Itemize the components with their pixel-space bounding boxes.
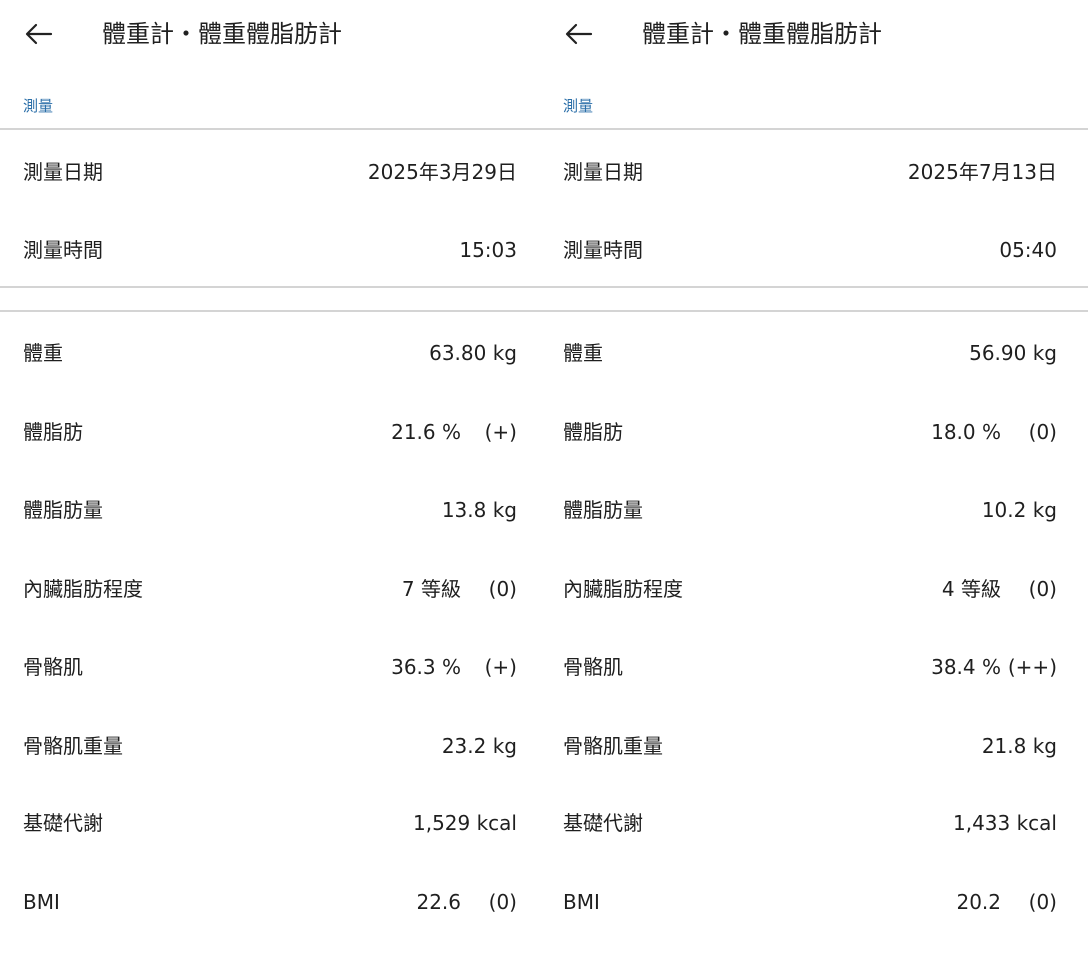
row-label: 基礎代謝 xyxy=(23,811,103,835)
status-badge: (++) xyxy=(1007,655,1057,679)
row-label: 測量日期 xyxy=(563,160,643,184)
row-visceral-fat-level[interactable]: 內臟脂肪程度 4 等級 (0) xyxy=(540,569,1080,609)
status-badge: (0) xyxy=(1028,890,1057,914)
row-value: 36.3 % xyxy=(391,655,461,679)
row-measurement-time[interactable]: 測量時間 15:03 xyxy=(0,230,540,270)
row-value: 10.2 kg xyxy=(981,498,1057,522)
back-button[interactable] xyxy=(554,14,604,54)
row-skeletal-muscle[interactable]: 骨骼肌 38.4 % (++) xyxy=(540,647,1080,687)
row-body-fat[interactable]: 體脂肪 21.6 % (+) xyxy=(0,412,540,452)
row-label: 測量時間 xyxy=(23,238,103,262)
row-label: 體脂肪 xyxy=(563,420,623,444)
status-badge: (0) xyxy=(488,890,517,914)
row-label: 體脂肪量 xyxy=(563,498,643,522)
divider xyxy=(0,128,540,130)
row-label: 測量時間 xyxy=(563,238,643,262)
row-skeletal-muscle[interactable]: 骨骼肌 36.3 % (+) xyxy=(0,647,540,687)
row-bmi[interactable]: BMI 20.2 (0) xyxy=(540,882,1080,922)
arrow-left-icon xyxy=(25,23,53,45)
row-skeletal-muscle-mass[interactable]: 骨骼肌重量 21.8 kg xyxy=(540,726,1080,766)
row-label: 體重 xyxy=(563,341,603,365)
row-label: 內臟脂肪程度 xyxy=(23,577,143,601)
row-value: 4 等級 xyxy=(941,577,1001,601)
row-value: 56.90 kg xyxy=(969,341,1057,365)
row-skeletal-muscle-mass[interactable]: 骨骼肌重量 23.2 kg xyxy=(0,726,540,766)
row-label: 體脂肪 xyxy=(23,420,83,444)
row-value: 05:40 xyxy=(999,238,1057,262)
row-value: 13.8 kg xyxy=(441,498,517,522)
row-body-fat[interactable]: 體脂肪 18.0 % (0) xyxy=(540,412,1080,452)
row-label: 基礎代謝 xyxy=(563,811,643,835)
row-measurement-time[interactable]: 測量時間 05:40 xyxy=(540,230,1080,270)
divider xyxy=(0,286,540,288)
row-value: 63.80 kg xyxy=(429,341,517,365)
page-title: 體重計・體重體脂肪計 xyxy=(102,20,342,48)
app-bar: 體重計・體重體脂肪計 xyxy=(0,0,540,70)
divider xyxy=(540,310,1088,312)
row-value: 38.4 % xyxy=(931,655,1001,679)
row-visceral-fat-level[interactable]: 內臟脂肪程度 7 等級 (0) xyxy=(0,569,540,609)
record-panel-left: 體重計・體重體脂肪計 測量 測量日期 2025年3月29日 測量時間 15:03… xyxy=(0,0,540,956)
record-panel-right: 體重計・體重體脂肪計 測量 測量日期 2025年7月13日 測量時間 05:40… xyxy=(540,0,1088,956)
row-value: 18.0 % xyxy=(931,420,1001,444)
row-measurement-date[interactable]: 測量日期 2025年3月29日 xyxy=(0,152,540,192)
row-label: 骨骼肌重量 xyxy=(23,734,123,758)
row-label: 骨骼肌 xyxy=(563,655,623,679)
row-value: 7 等級 xyxy=(401,577,461,601)
divider xyxy=(0,310,540,312)
row-value: 2025年3月29日 xyxy=(367,160,517,184)
page-title: 體重計・體重體脂肪計 xyxy=(642,20,882,48)
row-label: 測量日期 xyxy=(23,160,103,184)
row-body-fat-mass[interactable]: 體脂肪量 13.8 kg xyxy=(0,490,540,530)
status-badge: (0) xyxy=(488,577,517,601)
row-label: 骨骼肌 xyxy=(23,655,83,679)
row-value: 20.2 xyxy=(956,890,1001,914)
status-badge: (+) xyxy=(484,655,517,679)
row-basal-metabolism[interactable]: 基礎代謝 1,433 kcal xyxy=(540,803,1080,843)
status-badge: (0) xyxy=(1028,420,1057,444)
row-value: 1,529 kcal xyxy=(412,811,517,835)
row-label: BMI xyxy=(23,890,60,914)
row-label: 骨骼肌重量 xyxy=(563,734,663,758)
row-value: 23.2 kg xyxy=(441,734,517,758)
row-value: 21.8 kg xyxy=(981,734,1057,758)
row-basal-metabolism[interactable]: 基礎代謝 1,529 kcal xyxy=(0,803,540,843)
row-body-fat-mass[interactable]: 體脂肪量 10.2 kg xyxy=(540,490,1080,530)
row-measurement-date[interactable]: 測量日期 2025年7月13日 xyxy=(540,152,1080,192)
row-label: 內臟脂肪程度 xyxy=(563,577,683,601)
status-badge: (+) xyxy=(484,420,517,444)
row-label: 體重 xyxy=(23,341,63,365)
app-bar: 體重計・體重體脂肪計 xyxy=(540,0,1080,70)
section-label-measurement: 測量 xyxy=(23,97,54,115)
row-value: 22.6 xyxy=(416,890,461,914)
divider xyxy=(540,128,1088,130)
row-bmi[interactable]: BMI 22.6 (0) xyxy=(0,882,540,922)
section-label-measurement: 測量 xyxy=(563,97,594,115)
row-value: 21.6 % xyxy=(391,420,461,444)
row-value: 15:03 xyxy=(459,238,517,262)
row-weight[interactable]: 體重 56.90 kg xyxy=(540,333,1080,373)
row-value: 1,433 kcal xyxy=(952,811,1057,835)
back-button[interactable] xyxy=(14,14,64,54)
divider xyxy=(540,286,1088,288)
row-value: 2025年7月13日 xyxy=(907,160,1057,184)
arrow-left-icon xyxy=(565,23,593,45)
row-weight[interactable]: 體重 63.80 kg xyxy=(0,333,540,373)
status-badge: (0) xyxy=(1028,577,1057,601)
row-label: 體脂肪量 xyxy=(23,498,103,522)
row-label: BMI xyxy=(563,890,600,914)
